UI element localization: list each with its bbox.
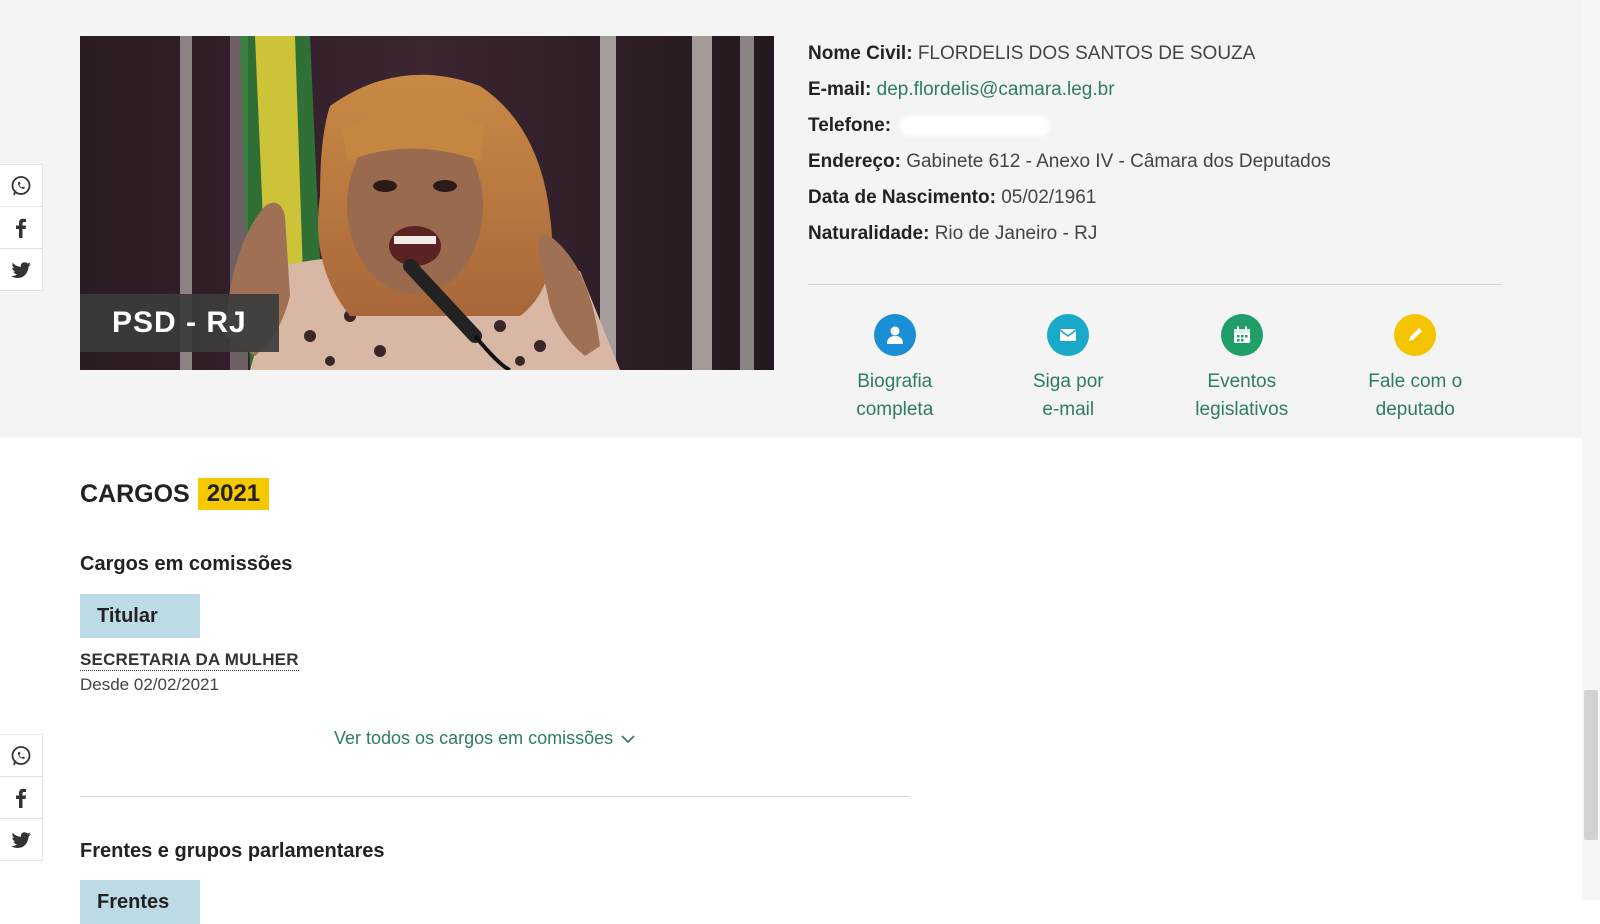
scrollbar-thumb[interactable] (1584, 690, 1598, 840)
pencil-icon (1394, 314, 1437, 356)
divider (808, 284, 1502, 285)
see-all-label: Ver todos os cargos em comissões (334, 728, 614, 748)
info-nome-civil: Nome Civil: FLORDELIS DOS SANTOS DE SOUZ… (808, 36, 1508, 72)
fronts-heading: Frentes e grupos parlamentares (80, 840, 385, 862)
value: Gabinete 612 - Anexo IV - Câmara dos Dep… (906, 151, 1331, 172)
action-label: Biografia completa (856, 371, 934, 420)
email-link[interactable]: dep.flordelis@camara.leg.br (877, 79, 1115, 100)
envelope-icon (1047, 314, 1090, 356)
label: E-mail: (808, 79, 872, 100)
committee-link[interactable]: SECRETARIA DA MULHER (80, 650, 299, 671)
role-tag-frentes: Frentes (80, 880, 200, 924)
value: Rio de Janeiro - RJ (934, 223, 1098, 244)
info-naturalidade: Naturalidade: Rio de Janeiro - RJ (808, 216, 1508, 252)
divider (80, 796, 910, 797)
see-all-committees-link[interactable]: Ver todos os cargos em comissões (334, 728, 635, 749)
value: 05/02/1961 (1001, 187, 1097, 208)
year-badge: 2021 (197, 478, 270, 510)
social-share-bar-bottom (0, 734, 43, 861)
action-links: Biografia completa Siga por e-mail Eventos… (808, 314, 1502, 424)
label: Nome Civil: (808, 43, 913, 64)
chevron-down-icon (621, 734, 635, 743)
action-label: Siga por e-mail (1032, 371, 1104, 420)
section-title: CARGOS (80, 479, 190, 508)
facebook-icon[interactable] (0, 777, 42, 819)
info-data-nascimento: Data de Nascimento: 05/02/1961 (808, 180, 1508, 216)
person-icon (873, 314, 916, 356)
role-tag-titular: Titular (80, 594, 200, 638)
label: Naturalidade: (808, 223, 930, 244)
redacted-phone (900, 115, 1051, 136)
label: Telefone: (808, 115, 892, 136)
fale-com-o-deputado-link[interactable]: Fale com o deputado (1329, 314, 1503, 424)
label: Data de Nascimento: (808, 187, 996, 208)
info-email: E-mail: dep.flordelis@camara.leg.br (808, 72, 1508, 108)
action-label: Eventos legislativos (1195, 371, 1289, 420)
committee-since: Desde 02/02/2021 (80, 675, 219, 694)
twitter-icon[interactable] (0, 249, 42, 290)
social-share-bar-top (0, 164, 43, 291)
whatsapp-icon[interactable] (0, 165, 42, 207)
whatsapp-icon[interactable] (0, 735, 42, 777)
cargos-section-title: CARGOS 2021 (80, 478, 270, 510)
party-badge: PSD - RJ (80, 294, 279, 352)
siga-por-email-link[interactable]: Siga por e-mail (982, 314, 1156, 424)
biografia-completa-link[interactable]: Biografia completa (808, 314, 982, 424)
deputy-photo: PSD - RJ (80, 36, 774, 370)
deputy-info: Nome Civil: FLORDELIS DOS SANTOS DE SOUZ… (808, 36, 1508, 252)
action-label: Fale com o deputado (1368, 371, 1463, 420)
eventos-legislativos-link[interactable]: Eventos legislativos (1155, 314, 1329, 424)
committees-heading: Cargos em comissões (80, 553, 293, 575)
info-endereco: Endereço: Gabinete 612 - Anexo IV - Câma… (808, 144, 1508, 180)
twitter-icon[interactable] (0, 819, 42, 860)
value: FLORDELIS DOS SANTOS DE SOUZA (917, 43, 1256, 64)
calendar-icon (1220, 314, 1263, 356)
info-telefone: Telefone: (808, 108, 1508, 144)
facebook-icon[interactable] (0, 207, 42, 249)
label: Endereço: (808, 151, 901, 172)
